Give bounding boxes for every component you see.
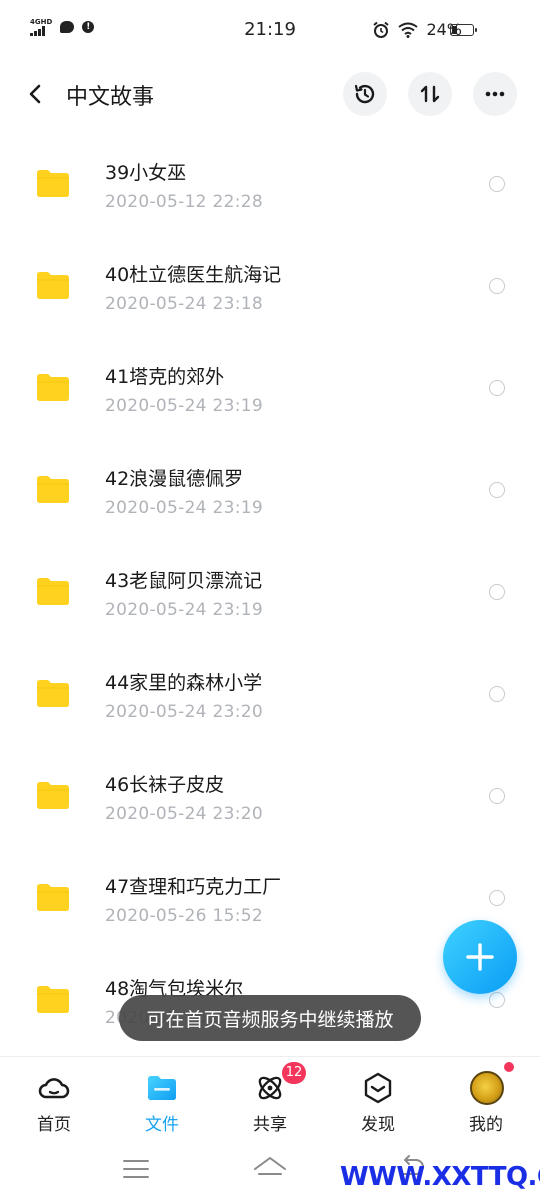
file-list-item[interactable]: 46长袜子皮皮 2020-05-24 23:20 bbox=[0, 744, 540, 846]
status-bar: 4GHD ! 21:19 24% bbox=[0, 0, 540, 60]
file-date: 2020-05-24 23:20 bbox=[105, 702, 263, 722]
cube-icon bbox=[364, 1072, 392, 1104]
file-list-item[interactable]: 43老鼠阿贝漂流记 2020-05-24 23:19 bbox=[0, 540, 540, 642]
file-name: 46长袜子皮皮 bbox=[105, 774, 225, 796]
me-notification-dot bbox=[504, 1062, 514, 1072]
page-title: 中文故事 bbox=[66, 85, 155, 110]
status-right: 24% bbox=[372, 20, 462, 39]
nav-label-me: 我的 bbox=[469, 1115, 503, 1135]
select-radio[interactable] bbox=[489, 686, 505, 702]
battery-fill bbox=[452, 26, 458, 34]
history-button[interactable] bbox=[343, 72, 387, 116]
select-radio[interactable] bbox=[489, 380, 505, 396]
nav-label-home: 首页 bbox=[37, 1115, 71, 1135]
add-button[interactable] bbox=[443, 920, 517, 994]
toast-message: 可在首页音频服务中继续播放 bbox=[119, 995, 421, 1041]
alarm-icon bbox=[373, 21, 390, 38]
select-radio[interactable] bbox=[489, 176, 505, 192]
watermark-text: WWW.XXTTQ.COM bbox=[340, 1162, 540, 1192]
file-name: 43老鼠阿贝漂流记 bbox=[105, 570, 263, 592]
folder-icon bbox=[37, 680, 69, 707]
nav-label-files: 文件 bbox=[145, 1115, 179, 1135]
file-date: 2020-05-24 23:18 bbox=[105, 294, 263, 314]
file-name: 47查理和巧克力工厂 bbox=[105, 876, 282, 898]
nav-item-me[interactable]: 我的 bbox=[432, 1057, 540, 1141]
folder-icon bbox=[37, 986, 69, 1013]
select-radio[interactable] bbox=[489, 278, 505, 294]
chevron-left-icon[interactable] bbox=[22, 80, 50, 108]
header: 中文故事 bbox=[0, 60, 540, 132]
cloud-icon bbox=[38, 1078, 70, 1099]
home-icon[interactable] bbox=[252, 1154, 288, 1182]
file-list-item[interactable]: 42浪漫鼠德佩罗 2020-05-24 23:19 bbox=[0, 438, 540, 540]
file-name: 42浪漫鼠德佩罗 bbox=[105, 468, 244, 490]
file-date: 2020-05-24 23:20 bbox=[105, 804, 263, 824]
nav-item-home[interactable]: 首页 bbox=[0, 1057, 108, 1141]
share-count-badge: 12 bbox=[282, 1062, 306, 1084]
folder-icon bbox=[148, 1076, 176, 1100]
folder-icon bbox=[37, 782, 69, 809]
file-list: 39小女巫 2020-05-12 22:28 40杜立德医生航海记 2020-05-2… bbox=[0, 132, 540, 1050]
file-name: 41塔克的郊外 bbox=[105, 366, 225, 388]
file-list-item[interactable]: 44家里的森林小学 2020-05-24 23:20 bbox=[0, 642, 540, 744]
nav-label-discover: 发现 bbox=[361, 1115, 395, 1135]
folder-icon bbox=[37, 170, 69, 197]
bottom-nav: 首页 文件 共享 发现 我的 bbox=[0, 1056, 540, 1141]
nav-item-files[interactable]: 文件 bbox=[108, 1057, 216, 1141]
file-date: 2020-05-26 15:52 bbox=[105, 906, 263, 926]
more-button[interactable] bbox=[473, 72, 517, 116]
select-radio[interactable] bbox=[489, 584, 505, 600]
more-icon bbox=[485, 91, 505, 97]
nav-item-discover[interactable]: 发现 bbox=[324, 1057, 432, 1141]
folder-icon bbox=[37, 578, 69, 605]
battery-icon bbox=[450, 24, 477, 36]
file-date: 2020-05-24 23:19 bbox=[105, 600, 263, 620]
folder-icon bbox=[37, 272, 69, 299]
plus-icon bbox=[466, 943, 494, 971]
file-name: 39小女巫 bbox=[105, 162, 187, 184]
select-radio[interactable] bbox=[489, 482, 505, 498]
sort-button[interactable] bbox=[408, 72, 452, 116]
file-name: 40杜立德医生航海记 bbox=[105, 264, 282, 286]
nav-item-share[interactable]: 共享 bbox=[216, 1057, 324, 1141]
file-name: 44家里的森林小学 bbox=[105, 672, 263, 694]
screen: 4GHD ! 21:19 24% 中文故事 39小女巫 2020-05-12 2… bbox=[0, 0, 540, 1200]
select-radio[interactable] bbox=[489, 788, 505, 804]
file-date: 2020-05-24 23:19 bbox=[105, 396, 263, 416]
folder-icon bbox=[37, 884, 69, 911]
avatar bbox=[470, 1071, 504, 1105]
wifi-icon bbox=[398, 22, 419, 38]
nav-label-share: 共享 bbox=[253, 1115, 287, 1135]
history-icon bbox=[354, 84, 375, 104]
file-list-item[interactable]: 41塔克的郊外 2020-05-24 23:19 bbox=[0, 336, 540, 438]
file-date: 2020-05-12 22:28 bbox=[105, 192, 263, 212]
select-radio[interactable] bbox=[489, 890, 505, 906]
folder-icon bbox=[37, 374, 69, 401]
folder-icon bbox=[37, 476, 69, 503]
select-radio[interactable] bbox=[489, 992, 505, 1008]
sort-icon bbox=[420, 85, 440, 103]
file-date: 2020-05-24 23:19 bbox=[105, 498, 263, 518]
menu-icon[interactable] bbox=[122, 1158, 150, 1180]
file-list-item[interactable]: 39小女巫 2020-05-12 22:28 bbox=[0, 132, 540, 234]
file-list-item[interactable]: 40杜立德医生航海记 2020-05-24 23:18 bbox=[0, 234, 540, 336]
